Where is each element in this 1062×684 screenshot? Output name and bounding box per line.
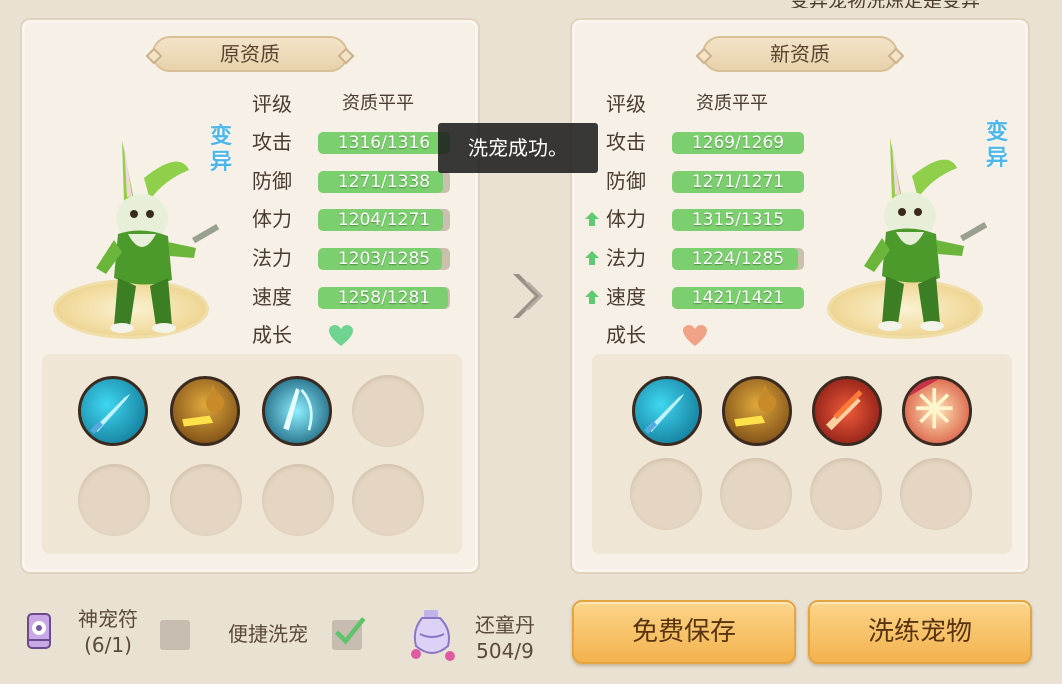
stat-value: 1316/1316	[337, 133, 431, 153]
arrow-up-icon	[585, 251, 599, 265]
empty-skill-slot[interactable]	[630, 458, 702, 530]
arrow-up-icon	[585, 212, 599, 226]
stat-bar: 1271/1271	[672, 171, 804, 193]
skills-grid: 额外	[592, 354, 1012, 554]
toast-message: 洗宠成功。	[438, 123, 598, 173]
empty-skill-slot[interactable]	[352, 375, 424, 447]
stat-bar: 1421/1421	[672, 287, 804, 309]
empty-skill-slot[interactable]	[352, 464, 424, 536]
free-save-button[interactable]: 免费保存	[572, 600, 796, 664]
stat-value: 1271/1338	[337, 172, 431, 192]
rabbit-pet-icon	[864, 138, 988, 331]
stat-label: 法力	[606, 246, 646, 270]
stat-label: 速度	[606, 285, 646, 309]
sword-skill-icon[interactable]	[632, 376, 702, 446]
rating-value: 资质平平	[696, 93, 768, 114]
original-aptitude-panel: 原资质 变异 评级 资质平平 攻击 1316/1316 防御 1271/1338	[20, 18, 480, 574]
stat-label: 防御	[252, 169, 292, 193]
stat-label: 体力	[252, 207, 292, 231]
arrow-up-icon	[585, 290, 599, 304]
stat-value: 1258/1281	[337, 288, 431, 308]
stat-row-defense: 防御 1271/1271	[606, 167, 846, 195]
rating-row: 评级 资质平平	[252, 90, 492, 118]
stat-label: 攻击	[606, 130, 646, 154]
stat-row-mana: 法力 1224/1285	[585, 244, 846, 272]
talisman-count: (6/1)	[84, 633, 132, 657]
stat-bar: 1258/1281	[318, 287, 450, 309]
stat-row-speed: 速度 1421/1421	[585, 283, 846, 311]
panel-title: 原资质	[152, 36, 348, 72]
stat-value: 1271/1271	[691, 172, 785, 192]
stat-label: 法力	[252, 246, 292, 270]
new-aptitude-panel: 新资质 变异 评级 资质平平 攻击 1269/1269 防御 1271/1271	[570, 18, 1030, 574]
pill-info: 还童丹 504/9	[466, 612, 544, 664]
stat-row-mana: 法力 1203/1285	[252, 244, 492, 272]
quick-wash-checkbox[interactable]	[332, 617, 366, 650]
talisman-info: 神宠符 (6/1)	[70, 606, 146, 658]
stat-bar: 1271/1338	[318, 171, 450, 193]
empty-skill-slot[interactable]	[720, 458, 792, 530]
sword-skill-icon[interactable]	[78, 376, 148, 446]
stat-value: 1315/1315	[691, 210, 785, 230]
talisman-label: 神宠符	[78, 607, 138, 631]
stat-bar: 1224/1285	[672, 248, 804, 270]
stat-value: 1421/1421	[691, 288, 785, 308]
fire-blade-skill-icon[interactable]	[812, 376, 882, 446]
heart-icon[interactable]	[682, 324, 708, 348]
growth-label: 成长	[252, 323, 292, 347]
stat-bar: 1316/1316	[318, 132, 450, 154]
stat-label: 攻击	[252, 130, 292, 154]
rating-label: 评级	[606, 92, 646, 116]
quick-wash-label: 便捷洗宠	[228, 622, 308, 646]
heart-icon[interactable]	[328, 324, 354, 348]
checkmark-icon	[334, 617, 366, 645]
stat-value: 1204/1271	[337, 210, 431, 230]
stat-row-stamina: 体力 1204/1271	[252, 205, 492, 233]
stat-label: 防御	[606, 169, 646, 193]
stats-block: 评级 资质平平 攻击 1269/1269 防御 1271/1271 体力 131…	[585, 90, 836, 360]
growth-row: 成长	[606, 321, 846, 349]
talisman-icon	[27, 613, 51, 649]
rating-label: 评级	[252, 92, 292, 116]
snowflake-skill-icon[interactable]: 额外	[902, 376, 972, 446]
stat-row-stamina: 体力 1315/1315	[585, 205, 846, 233]
stat-value: 1269/1269	[691, 133, 785, 153]
stat-label: 体力	[606, 207, 646, 231]
arrow-right-icon	[513, 274, 543, 318]
golden-strike-skill-icon[interactable]	[722, 376, 792, 446]
rating-row: 评级 资质平平	[606, 90, 846, 118]
stat-bar: 1204/1271	[318, 209, 450, 231]
stat-label: 速度	[252, 285, 292, 309]
talisman-checkbox[interactable]	[160, 620, 190, 650]
top-hint-text: 变异宠物洗炼定是变异	[790, 0, 1050, 8]
panel-title: 新资质	[702, 36, 898, 72]
rating-value: 资质平平	[342, 93, 414, 114]
empty-skill-slot[interactable]	[900, 458, 972, 530]
potion-vase-icon	[411, 610, 455, 661]
growth-label: 成长	[606, 323, 646, 347]
ice-slash-skill-icon[interactable]	[262, 376, 332, 446]
stat-row-attack: 攻击 1269/1269	[606, 128, 846, 156]
pill-label: 还童丹	[475, 613, 535, 637]
empty-skill-slot[interactable]	[262, 464, 334, 536]
rabbit-pet-icon	[96, 140, 220, 333]
skills-grid	[42, 354, 462, 554]
stat-value: 1224/1285	[691, 249, 785, 269]
empty-skill-slot[interactable]	[810, 458, 882, 530]
stat-row-speed: 速度 1258/1281	[252, 283, 492, 311]
stat-bar: 1315/1315	[672, 209, 804, 231]
empty-skill-slot[interactable]	[170, 464, 242, 536]
growth-row: 成长	[252, 321, 492, 349]
stat-value: 1203/1285	[337, 249, 431, 269]
stat-bar: 1269/1269	[672, 132, 804, 154]
pill-count: 504/9	[476, 639, 534, 663]
empty-skill-slot[interactable]	[78, 464, 150, 536]
golden-strike-skill-icon[interactable]	[170, 376, 240, 446]
wash-pet-button[interactable]: 洗练宠物	[808, 600, 1032, 664]
stat-bar: 1203/1285	[318, 248, 450, 270]
